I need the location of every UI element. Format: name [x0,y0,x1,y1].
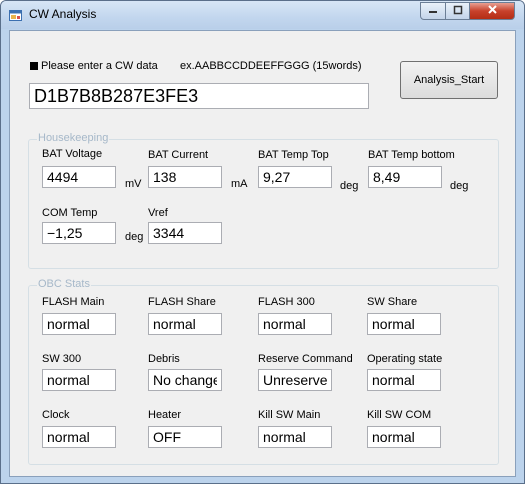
app-window-icon [9,9,23,23]
obc-stats-group: OBC Stats FLASH Main FLASH Share FLASH 3… [28,278,499,465]
bat-temp-bottom-field[interactable] [368,166,442,188]
bat-temp-bottom-label: BAT Temp bottom [368,149,455,161]
bullet-square-icon [30,62,38,70]
obc-stats-title: OBC Stats [37,278,91,290]
bat-temp-top-unit: deg [340,180,359,192]
reserve-command-label: Reserve Command [258,353,353,365]
maximize-button[interactable] [445,2,470,20]
window-title: CW Analysis [29,7,97,21]
vref-field[interactable] [148,222,222,244]
housekeeping-group: Housekeeping BAT Voltage mV BAT Current … [28,132,499,269]
debris-label: Debris [148,353,180,365]
reserve-command-field[interactable] [258,369,332,391]
debris-field[interactable] [148,369,222,391]
clock-field[interactable] [42,426,116,448]
housekeeping-title: Housekeeping [37,132,110,144]
heater-field[interactable] [148,426,222,448]
bat-temp-top-field[interactable] [258,166,332,188]
flash-300-field[interactable] [258,313,332,335]
client-area: Please enter a CW data ex.AABBCCDDEEFFGG… [9,30,516,477]
close-button[interactable] [469,2,515,20]
operating-state-field[interactable] [367,369,441,391]
bat-temp-top-label: BAT Temp Top [258,149,329,161]
com-temp-unit: deg [125,231,144,243]
sw-300-field[interactable] [42,369,116,391]
bat-voltage-field[interactable] [42,166,116,188]
close-icon [487,4,498,18]
flash-300-label: FLASH 300 [258,296,315,308]
kill-sw-com-label: Kill SW COM [367,409,432,421]
instruction-label: Please enter a CW data [41,60,158,72]
bat-current-unit: mA [231,178,248,190]
sw-share-field[interactable] [367,313,441,335]
clock-label: Clock [42,409,70,421]
flash-main-field[interactable] [42,313,116,335]
vref-label: Vref [148,207,168,219]
minimize-icon [428,5,438,18]
com-temp-label: COM Temp [42,207,98,219]
operating-state-label: Operating state [367,353,443,365]
bat-temp-bottom-unit: deg [450,180,469,192]
sw-300-label: SW 300 [42,353,82,365]
bat-current-field[interactable] [148,166,222,188]
flash-share-field[interactable] [148,313,222,335]
example-label: ex.AABBCCDDEEFFGGG (15words) [180,60,362,72]
maximize-icon [453,5,463,18]
bat-voltage-label: BAT Voltage [42,148,103,160]
kill-sw-com-field[interactable] [367,426,441,448]
cw-data-input[interactable] [29,83,369,109]
app-window: CW Analysis Please enter a CW data ex.AA… [0,0,525,484]
flash-main-label: FLASH Main [42,296,105,308]
kill-sw-main-label: Kill SW Main [258,409,321,421]
bat-voltage-unit: mV [125,178,142,190]
bat-current-label: BAT Current [148,149,209,161]
com-temp-field[interactable] [42,222,116,244]
analysis-start-button[interactable]: Analysis_Start [400,61,498,99]
minimize-button[interactable] [420,2,446,20]
sw-share-label: SW Share [367,296,418,308]
title-bar[interactable]: CW Analysis [1,1,524,29]
heater-label: Heater [148,409,182,421]
flash-share-label: FLASH Share [148,296,216,308]
kill-sw-main-field[interactable] [258,426,332,448]
